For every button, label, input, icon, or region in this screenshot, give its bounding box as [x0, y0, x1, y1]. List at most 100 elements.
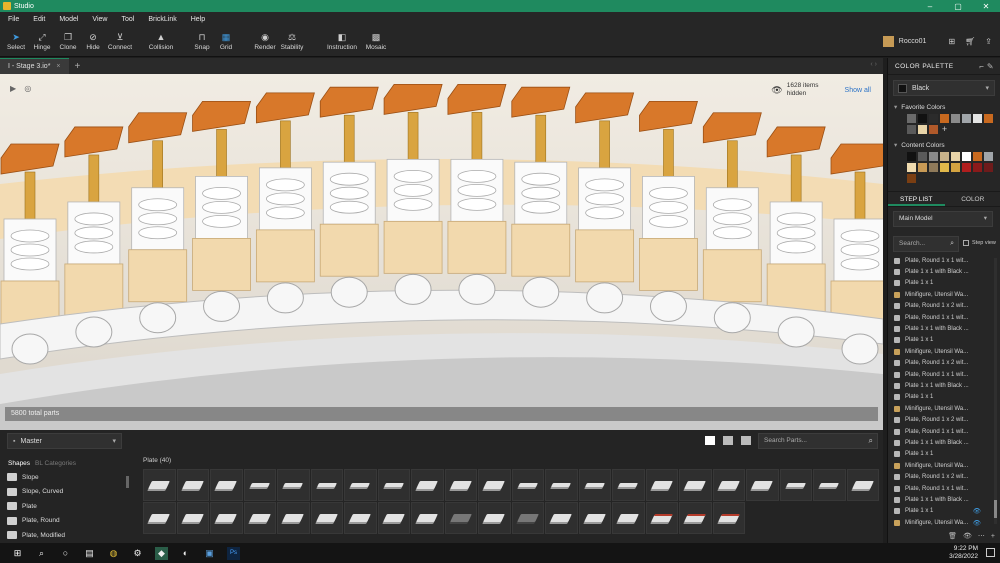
tab-stage-3[interactable]: I - Stage 3.io* ×: [0, 58, 69, 74]
color-swatch[interactable]: [973, 163, 982, 172]
shape-item-plate-modified[interactable]: Plate, Modified: [0, 528, 130, 543]
color-swatch[interactable]: [984, 152, 993, 161]
visibility-eye-icon[interactable]: 👁: [973, 507, 981, 515]
step-list-item[interactable]: Plate, Round 1 x 1 wit...: [888, 369, 1000, 380]
add-step-icon[interactable]: +: [991, 533, 995, 540]
part-cell[interactable]: [545, 502, 578, 534]
color-swatch[interactable]: [951, 152, 960, 161]
step-view-toggle[interactable]: Step view: [963, 240, 996, 246]
color-swatch[interactable]: [973, 114, 982, 123]
part-cell[interactable]: [679, 469, 712, 501]
part-cell[interactable]: [210, 502, 243, 534]
color-swatch[interactable]: [962, 152, 971, 161]
color-swatch[interactable]: [984, 114, 993, 123]
step-list-scrollbar[interactable]: [994, 258, 997, 524]
step-list-item[interactable]: Minifigure, Utensil Wa...: [888, 403, 1000, 414]
close-window-button[interactable]: ✕: [972, 0, 1000, 12]
delete-icon[interactable]: 🗑︎: [948, 532, 957, 540]
part-cell[interactable]: [143, 502, 176, 534]
palette-master-select[interactable]: ▪ Master ▾: [7, 433, 122, 449]
step-list-item[interactable]: Plate, Round 1 x 2 wit...: [888, 471, 1000, 482]
menu-file[interactable]: File: [8, 16, 19, 23]
part-cell[interactable]: [310, 469, 343, 501]
add-tab-button[interactable]: +: [75, 61, 81, 72]
step-list-item[interactable]: Plate 1 x 1: [888, 278, 1000, 289]
view-toggle-filter[interactable]: [723, 436, 733, 445]
color-swatch[interactable]: [940, 163, 949, 172]
menu-view[interactable]: View: [92, 16, 107, 23]
menu-edit[interactable]: Edit: [33, 16, 45, 23]
part-cell[interactable]: [645, 502, 678, 534]
more-icon[interactable]: ⋯: [978, 532, 985, 540]
shape-item-plate[interactable]: Plate: [0, 499, 130, 514]
step-list-item[interactable]: Plate 1 x 1 with Black ...: [888, 323, 1000, 334]
part-cell[interactable]: [243, 469, 276, 501]
step-list-item[interactable]: Plate 1 x 1 with Black ...: [888, 494, 1000, 505]
tab-close-icon[interactable]: ×: [56, 63, 60, 70]
step-list-item[interactable]: Plate, Round 1 x 2 wit...: [888, 301, 1000, 312]
part-cell[interactable]: [143, 469, 176, 501]
part-cell[interactable]: [377, 469, 410, 501]
step-list-item[interactable]: Plate 1 x 1: [888, 392, 1000, 403]
maximize-button[interactable]: ▢: [944, 0, 972, 12]
part-cell[interactable]: [712, 469, 745, 501]
step-list-item[interactable]: Plate 1 x 1: [888, 335, 1000, 346]
part-cell[interactable]: [846, 469, 879, 501]
color-swatch[interactable]: [918, 152, 927, 161]
step-list-item[interactable]: Minifigure, Utensil Wa...: [888, 346, 1000, 357]
search-icon[interactable]: ⌕: [950, 237, 954, 251]
shape-item-slope[interactable]: Slope: [0, 470, 130, 485]
color-swatch[interactable]: [962, 114, 971, 123]
photos-icon[interactable]: ▣: [203, 547, 216, 560]
cart-icon[interactable]: 🛒︎: [965, 37, 975, 46]
model-select[interactable]: Main Model ▾: [893, 211, 993, 227]
user-name[interactable]: Rocco01: [899, 38, 927, 45]
part-cell[interactable]: [645, 469, 678, 501]
tab-shapes[interactable]: Shapes: [8, 460, 30, 467]
taskbar-clock[interactable]: 9:22 PM 3/28/2022: [949, 545, 978, 561]
part-cell[interactable]: [746, 469, 779, 501]
color-swatch[interactable]: [918, 163, 927, 172]
part-cell[interactable]: [176, 469, 209, 501]
shape-list-scrollbar[interactable]: [126, 476, 129, 488]
widgets-icon[interactable]: ▤: [83, 547, 96, 560]
part-cell[interactable]: [176, 502, 209, 534]
color-swatch[interactable]: [940, 152, 949, 161]
shape-item-slope-curved[interactable]: Slope, Curved: [0, 485, 130, 500]
favorite-colors-header[interactable]: ▾ Favorite Colors: [894, 103, 1000, 112]
view-toggle-list[interactable]: [705, 436, 715, 445]
windows-start-icon[interactable]: ⊞: [11, 547, 24, 560]
part-cell[interactable]: [210, 469, 243, 501]
part-cell[interactable]: [411, 502, 444, 534]
step-list-item[interactable]: Plate, Round 1 x 2 wit...: [888, 414, 1000, 425]
part-cell[interactable]: [444, 469, 477, 501]
color-swatch[interactable]: [907, 163, 916, 172]
part-cell[interactable]: [612, 469, 645, 501]
content-colors-header[interactable]: ▾ Content Colors: [894, 141, 1000, 150]
search-icon[interactable]: ⌕: [869, 434, 873, 448]
visibility-icon[interactable]: 👁︎: [963, 532, 972, 540]
show-all-link[interactable]: Show all: [845, 87, 871, 94]
part-cell[interactable]: [679, 502, 712, 534]
menu-help[interactable]: Help: [191, 16, 205, 23]
part-cell[interactable]: [478, 469, 511, 501]
part-cell[interactable]: [612, 502, 645, 534]
tab-nav-arrows[interactable]: ‹ ›: [870, 61, 877, 68]
connect-tool-button[interactable]: ⊻ Connect: [104, 33, 136, 52]
part-cell[interactable]: [511, 469, 544, 501]
visibility-eye-icon[interactable]: 👁: [973, 519, 981, 527]
color-swatch[interactable]: [907, 152, 916, 161]
step-list-item[interactable]: Minifigure, Utensil Wa...: [888, 289, 1000, 300]
step-list-item[interactable]: Plate 1 x 1 with Black ...: [888, 380, 1000, 391]
color-swatch[interactable]: [918, 125, 927, 134]
color-swatch[interactable]: [929, 152, 938, 161]
upload-icon[interactable]: ⇪: [985, 37, 992, 46]
studio-taskbar-icon[interactable]: ◆: [155, 546, 168, 560]
browser-icon[interactable]: ◐: [179, 547, 192, 560]
color-swatch[interactable]: [929, 163, 938, 172]
reset-view-icon[interactable]: ◎: [24, 84, 31, 93]
step-list-item[interactable]: Plate 1 x 1 👁: [888, 506, 1000, 517]
step-search-input[interactable]: Search... ⌕: [893, 236, 959, 252]
part-cell[interactable]: [344, 469, 377, 501]
step-list-item[interactable]: Plate, Round 1 x 2 wit...: [888, 358, 1000, 369]
